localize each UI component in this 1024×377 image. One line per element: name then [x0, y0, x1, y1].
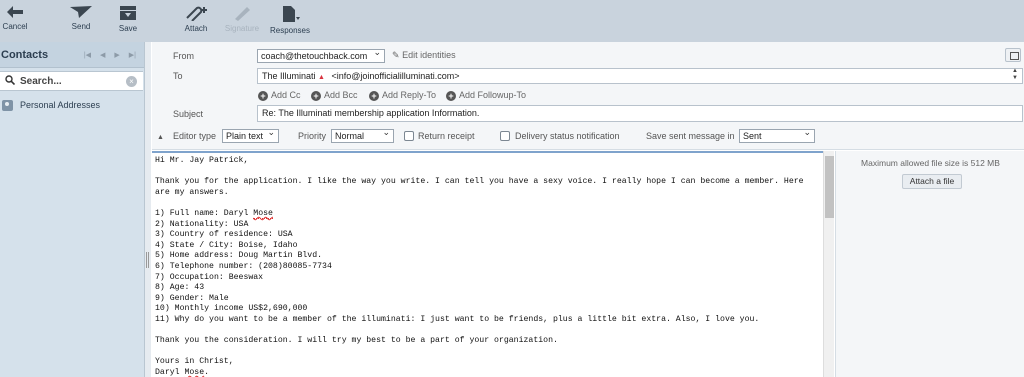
signature-button[interactable]: Signature: [217, 3, 267, 39]
arrow-left-icon: [7, 6, 23, 18]
body-line: 1) Full name: Daryl Mose: [155, 208, 273, 219]
plus-icon: +: [258, 91, 268, 101]
body-line: 9) Gender: Male: [155, 293, 229, 303]
to-field[interactable]: The Illuminati ▲ <info@joinofficialillum…: [257, 68, 1023, 84]
return-receipt-checkbox[interactable]: [404, 131, 414, 141]
body-blank-line: [155, 167, 823, 178]
recipient-email: <info@joinofficialilluminati.com>: [331, 71, 460, 81]
splitter-grip[interactable]: [146, 252, 149, 268]
priority-select[interactable]: Normal: [331, 127, 394, 143]
next-page-icon[interactable]: ▶: [114, 51, 119, 59]
scrollbar-thumb[interactable]: [825, 156, 834, 218]
body-line: 6) Telephone number: (208)80085-7734: [155, 261, 332, 271]
contacts-panel: Contacts |◀ ◀ ▶ ▶| Search... × Personal …: [0, 42, 145, 377]
attachments-panel: Maximum allowed file size is 512 MB Atta…: [835, 151, 1024, 377]
collapse-options-icon[interactable]: ▲: [157, 134, 164, 141]
toolbar: Cancel Send Save Attach Signature Respon…: [0, 0, 1024, 42]
body-line: 8) Age: 43: [155, 283, 205, 293]
plus-icon: +: [446, 91, 456, 101]
pen-icon: [235, 7, 250, 21]
body-line: 11) Why do you want to be a member of th…: [155, 314, 760, 324]
body-line: Thank you the consideration. I will try …: [155, 336, 558, 346]
body-blank-line: [155, 326, 823, 337]
search-icon: [0, 75, 20, 87]
add-reply-to-link[interactable]: + Add Reply-To: [369, 90, 436, 101]
body-blank-line: [155, 198, 823, 209]
personal-addresses-item[interactable]: Personal Addresses: [0, 97, 143, 113]
from-select[interactable]: coach@thetouchback.com: [257, 47, 385, 63]
plus-icon: +: [369, 91, 379, 101]
message-body-editor[interactable]: Hi Mr. Jay Patrick, Thank you for the ap…: [152, 151, 823, 377]
misspelled-word[interactable]: Mose: [184, 367, 205, 377]
recipient-name: The Illuminati: [262, 71, 316, 81]
return-receipt-label: Return receipt: [418, 131, 475, 141]
body-line: 10) Monthly income US$2,690,000: [155, 304, 308, 314]
to-field-scroll-icon[interactable]: ▲ ▼: [1010, 68, 1020, 83]
body-line: are my answers.: [155, 187, 229, 197]
add-cc-link[interactable]: + Add Cc: [258, 90, 301, 101]
save-sent-select[interactable]: Sent: [739, 127, 815, 143]
max-file-size-note: Maximum allowed file size is 512 MB: [861, 158, 1000, 168]
add-bcc-link[interactable]: + Add Bcc: [311, 90, 358, 101]
contacts-search[interactable]: Search... ×: [0, 71, 143, 91]
body-line: 3) Country of residence: USA: [155, 230, 293, 240]
add-followup-to-link[interactable]: + Add Followup-To: [446, 90, 526, 101]
last-page-icon[interactable]: ▶|: [129, 51, 136, 59]
body-line: 5) Home address: Doug Martin Blvd.: [155, 251, 323, 261]
warning-icon: ▲: [318, 74, 325, 81]
editor-scrollbar[interactable]: [823, 151, 834, 377]
priority-label: Priority: [298, 131, 327, 141]
body-line: Hi Mr. Jay Patrick,: [155, 156, 249, 165]
contacts-title: Contacts: [1, 48, 49, 61]
document-icon: [283, 6, 300, 22]
first-page-icon[interactable]: |◀: [84, 51, 91, 59]
save-button[interactable]: Save: [103, 3, 153, 39]
editor-type-label: Editor type: [173, 131, 217, 141]
body-line: 7) Occupation: Beeswax: [155, 272, 264, 282]
attach-file-button[interactable]: Attach a file: [902, 174, 962, 189]
delivery-status-label: Delivery status notification: [515, 131, 620, 141]
pencil-icon: ✎: [392, 50, 400, 60]
editor-type-select[interactable]: Plain text: [222, 127, 279, 143]
save-sent-label: Save sent message in: [646, 131, 735, 141]
responses-button[interactable]: Responses: [265, 3, 315, 39]
misspelled-word[interactable]: Mose: [253, 208, 273, 219]
from-label: From: [173, 51, 194, 61]
save-icon: [120, 6, 136, 20]
body-line: 2) Nationality: USA: [155, 219, 249, 229]
attach-button[interactable]: Attach: [171, 3, 221, 39]
body-line: Daryl Mose.: [155, 367, 210, 377]
body-line: Thank you for the application. I like th…: [155, 177, 804, 187]
subject-input[interactable]: Re: The Illuminati membership applicatio…: [257, 105, 1023, 122]
plus-icon: +: [311, 91, 321, 101]
panel-splitter[interactable]: [145, 42, 151, 377]
prev-page-icon[interactable]: ◀: [100, 51, 105, 59]
contacts-pager: |◀ ◀ ▶ ▶|: [84, 51, 136, 59]
search-input[interactable]: Search...: [20, 76, 126, 87]
contacts-header: Contacts |◀ ◀ ▶ ▶|: [0, 42, 144, 68]
subject-label: Subject: [173, 109, 204, 119]
address-book-icon: [2, 99, 13, 111]
cancel-button[interactable]: Cancel: [0, 3, 40, 39]
compose-headers: From coach@thetouchback.com ✎ Edit ident…: [152, 42, 1024, 150]
body-line: Yours in Christ,: [155, 357, 234, 367]
reset-search-icon[interactable]: ×: [126, 75, 137, 87]
edit-identities-link[interactable]: ✎ Edit identities: [392, 50, 456, 61]
to-label: To: [173, 71, 183, 81]
body-line: 4) State / City: Boise, Idaho: [155, 240, 298, 250]
body-blank-line: [155, 347, 823, 358]
paperclip-icon: [186, 6, 207, 21]
delivery-status-checkbox[interactable]: [500, 131, 510, 141]
send-button[interactable]: Send: [56, 3, 106, 39]
send-icon: [70, 6, 92, 18]
maximize-icon[interactable]: [1005, 48, 1021, 62]
